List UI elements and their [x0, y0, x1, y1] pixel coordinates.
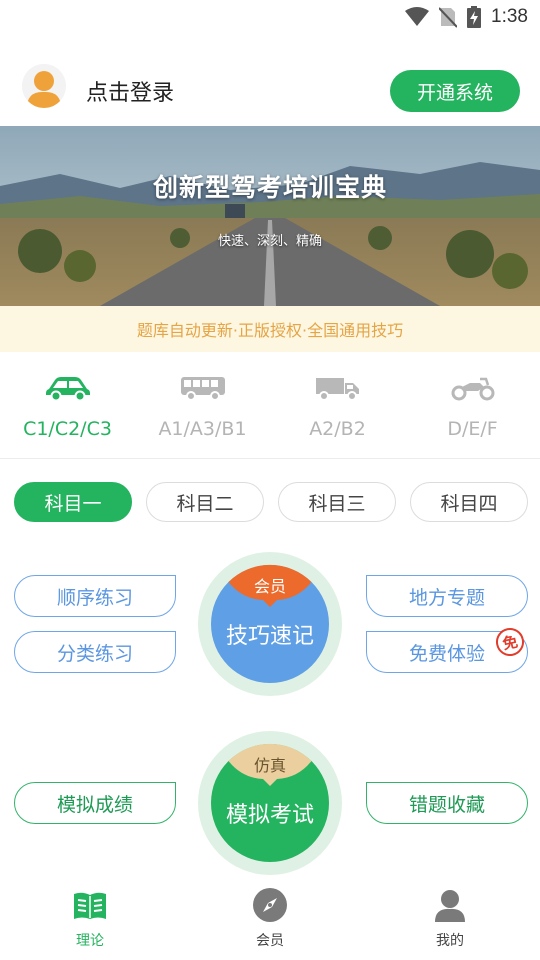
login-link[interactable]: 点击登录	[86, 75, 174, 107]
mock-exam-label: 模拟考试	[225, 803, 314, 828]
motorcycle-icon	[451, 377, 494, 401]
banner-subtitle: 快速、深刻、精确	[217, 234, 322, 249]
header: 点击登录 开通系统	[0, 62, 540, 118]
sequential-practice-button[interactable]: 顺序练习	[14, 575, 176, 617]
status-icons: 1:38	[405, 6, 528, 28]
simulation-tag: 仿真	[253, 756, 286, 775]
skills-memo-label: 技巧速记	[225, 624, 314, 649]
vehicle-label: C1/C2/C3	[23, 418, 112, 440]
tab-subject-3[interactable]: 科目三	[278, 482, 396, 522]
nav-mine[interactable]: 我的	[360, 886, 540, 960]
tab-subject-2[interactable]: 科目二	[146, 482, 264, 522]
banner-road-image	[0, 126, 540, 306]
book-icon	[74, 892, 106, 919]
banner-title: 创新型驾考培训宝典	[152, 173, 387, 202]
mock-score-button[interactable]: 模拟成绩	[14, 782, 176, 824]
vehicle-tab-a1[interactable]: A1/A3/B1	[135, 366, 270, 456]
vehicle-tab-a2[interactable]: A2/B2	[270, 366, 405, 456]
status-bar: 1:38	[0, 0, 540, 36]
vehicle-tab-d[interactable]: D/E/F	[405, 366, 540, 456]
avatar[interactable]	[22, 64, 66, 108]
local-topics-button[interactable]: 地方专题	[366, 575, 528, 617]
tab-subject-4[interactable]: 科目四	[410, 482, 528, 522]
truck-icon	[315, 378, 359, 401]
nav-label: 理论	[76, 933, 104, 949]
skills-memo-button[interactable]: 会员 技巧速记	[198, 552, 342, 696]
app-screen: 1:38 点击登录 开通系统 创新型驾考培训宝典 快速、深刻、精确 题库自动更新…	[0, 0, 540, 960]
vehicle-tab-c1[interactable]: C1/C2/C3	[0, 366, 135, 456]
compass-icon	[253, 888, 287, 922]
user-avatar-icon	[22, 64, 66, 108]
tab-subject-1[interactable]: 科目一	[14, 482, 132, 522]
subject-tabs: 科目一 科目二 科目三 科目四	[14, 482, 528, 522]
notice-bar: 题库自动更新·正版授权·全国通用技巧	[0, 306, 540, 352]
vehicle-type-tabs: C1/C2/C3 A1/A3/B1 A2/B2 D/E/F	[0, 366, 540, 456]
open-system-button[interactable]: 开通系统	[390, 70, 520, 112]
category-practice-button[interactable]: 分类练习	[14, 631, 176, 673]
user-icon	[435, 890, 465, 922]
banner[interactable]: 创新型驾考培训宝典 快速、深刻、精确	[0, 126, 540, 306]
nav-label: 我的	[436, 933, 464, 949]
wrong-collection-button[interactable]: 错题收藏	[366, 782, 528, 824]
vehicle-label: A2/B2	[309, 418, 366, 440]
nav-theory[interactable]: 理论	[0, 886, 180, 960]
wifi-icon	[405, 7, 430, 26]
nav-member[interactable]: 会员	[180, 886, 360, 960]
member-tag: 会员	[253, 577, 286, 596]
vehicle-label: D/E/F	[447, 418, 498, 440]
bottom-nav: 理论 会员 我的	[0, 886, 540, 960]
car-icon	[45, 377, 90, 401]
battery-charging-icon	[467, 6, 482, 28]
divider	[0, 458, 540, 459]
nav-label: 会员	[256, 933, 284, 949]
mock-exam-button[interactable]: 仿真 模拟考试	[198, 731, 342, 875]
no-sim-icon	[439, 7, 458, 28]
bus-icon	[180, 377, 225, 401]
vehicle-label: A1/A3/B1	[158, 418, 247, 440]
clock-time: 1:38	[491, 6, 528, 27]
